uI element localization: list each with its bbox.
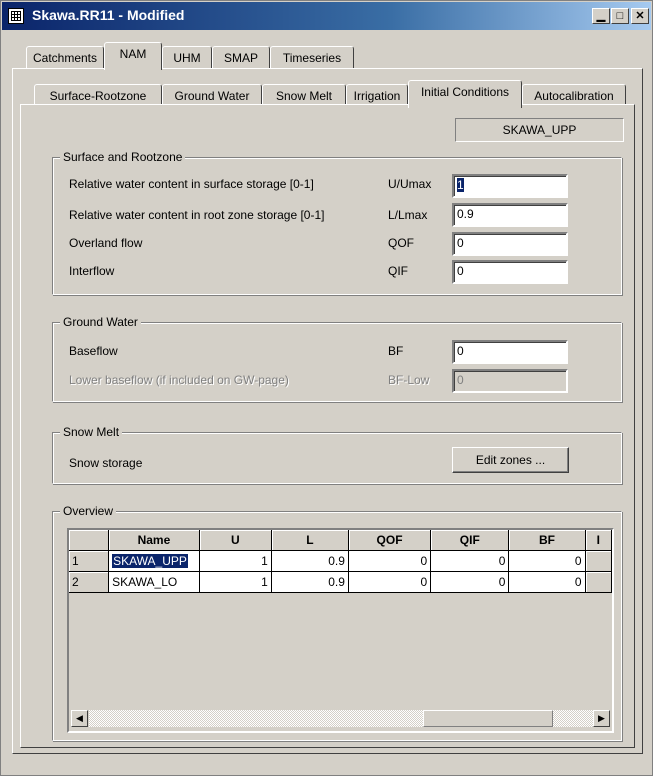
cell-l[interactable]: 0.9 xyxy=(271,550,349,572)
u-umax-field[interactable]: 1 xyxy=(452,174,568,198)
minimize-button[interactable]: ▁ xyxy=(592,8,610,24)
qif-code: QIF xyxy=(388,264,408,278)
active-tab-connector xyxy=(105,66,161,70)
overview-table: Name U L QOF QIF BF I 1 SKAWA_UPP 1 0.9 … xyxy=(69,530,612,593)
overview-title: Overview xyxy=(60,504,117,518)
table-header-row: Name U L QOF QIF BF I xyxy=(69,530,612,551)
maximize-button[interactable]: □ xyxy=(611,8,629,24)
scroll-right-icon: ▶ xyxy=(598,713,605,723)
scrollbar-thumb[interactable] xyxy=(423,710,553,727)
baseflow-field[interactable]: 0 xyxy=(452,340,568,364)
row-number[interactable]: 2 xyxy=(69,571,110,593)
table-row[interactable]: 1 SKAWA_UPP 1 0.9 0 0 0 xyxy=(69,550,612,572)
cell-l[interactable]: 0.9 xyxy=(271,571,349,593)
interflow-label: Interflow xyxy=(69,264,115,278)
l-lmax-code: L/Lmax xyxy=(388,208,428,222)
cell-bf[interactable]: 0 xyxy=(508,550,586,572)
column-header-l[interactable]: L xyxy=(271,530,349,551)
cell-name[interactable]: SKAWA_UPP xyxy=(108,550,200,572)
tab-smap[interactable]: SMAP xyxy=(212,46,270,70)
u-umax-value: 1 xyxy=(457,178,464,192)
cell-bf[interactable]: 0 xyxy=(508,571,586,593)
scroll-left-icon: ◀ xyxy=(76,713,83,723)
tab-timeseries[interactable]: Timeseries xyxy=(270,46,354,70)
cell-qof[interactable]: 0 xyxy=(348,550,432,572)
snow-melt-title: Snow Melt xyxy=(60,425,123,439)
cell-qof[interactable]: 0 xyxy=(348,571,432,593)
close-icon: ✕ xyxy=(635,10,645,22)
surface-storage-label: Relative water content in surface storag… xyxy=(69,177,314,191)
close-button[interactable]: ✕ xyxy=(631,8,649,24)
qof-code: QOF xyxy=(388,236,414,250)
row-number[interactable]: 1 xyxy=(69,550,110,572)
cell-name-text: SKAWA_UPP xyxy=(112,554,188,568)
column-header-corner xyxy=(69,530,110,551)
scroll-left-button[interactable]: ◀ xyxy=(71,710,88,727)
window-title: Skawa.RR11 - Modified xyxy=(32,7,185,23)
horizontal-scrollbar[interactable]: ◀ ▶ xyxy=(71,710,610,729)
l-lmax-field[interactable]: 0.9 xyxy=(452,203,568,227)
minimize-icon: ▁ xyxy=(596,10,606,22)
overview-grid[interactable]: Name U L QOF QIF BF I 1 SKAWA_UPP 1 0.9 … xyxy=(67,528,614,733)
cell-name[interactable]: SKAWA_LO xyxy=(108,571,200,593)
baseflow-label: Baseflow xyxy=(69,344,118,358)
cell-qif[interactable]: 0 xyxy=(430,571,510,593)
column-header-bf[interactable]: BF xyxy=(508,530,586,551)
title-bar[interactable]: Skawa.RR11 - Modified ▁ □ ✕ xyxy=(2,2,651,30)
maximize-icon: □ xyxy=(616,10,624,22)
qof-field[interactable]: 0 xyxy=(452,232,568,256)
app-grid-icon[interactable] xyxy=(8,8,24,24)
column-header-name[interactable]: Name xyxy=(108,530,200,551)
column-header-truncated[interactable]: I xyxy=(585,530,612,551)
ground-water-title: Ground Water xyxy=(60,315,141,329)
overland-flow-label: Overland flow xyxy=(69,236,143,250)
lower-baseflow-field: 0 xyxy=(452,369,568,393)
active-subtab-connector xyxy=(409,102,521,106)
cell-truncated[interactable] xyxy=(585,550,612,572)
tab-uhm[interactable]: UHM xyxy=(162,46,212,70)
bf-code: BF xyxy=(388,344,404,358)
tab-catchments[interactable]: Catchments xyxy=(26,46,104,70)
root-zone-storage-label: Relative water content in root zone stor… xyxy=(69,208,325,222)
cell-truncated[interactable] xyxy=(585,571,612,593)
cell-qif[interactable]: 0 xyxy=(430,550,510,572)
snow-storage-label: Snow storage xyxy=(69,456,143,470)
scroll-right-button[interactable]: ▶ xyxy=(593,710,610,727)
column-header-u[interactable]: U xyxy=(199,530,272,551)
lower-baseflow-label: Lower baseflow (if included on GW-page) xyxy=(69,373,289,387)
bf-low-code: BF-Low xyxy=(388,373,430,387)
column-header-qif[interactable]: QIF xyxy=(430,530,510,551)
u-umax-code: U/Umax xyxy=(388,177,432,191)
table-row[interactable]: 2 SKAWA_LO 1 0.9 0 0 0 xyxy=(69,571,612,593)
catchment-id-display: SKAWA_UPP xyxy=(455,118,624,142)
column-header-qof[interactable]: QOF xyxy=(348,530,432,551)
edit-zones-button[interactable]: Edit zones ... xyxy=(452,447,569,473)
surface-rootzone-title: Surface and Rootzone xyxy=(60,150,186,164)
cell-u[interactable]: 1 xyxy=(199,550,272,572)
qif-field[interactable]: 0 xyxy=(452,260,568,284)
cell-u[interactable]: 1 xyxy=(199,571,272,593)
